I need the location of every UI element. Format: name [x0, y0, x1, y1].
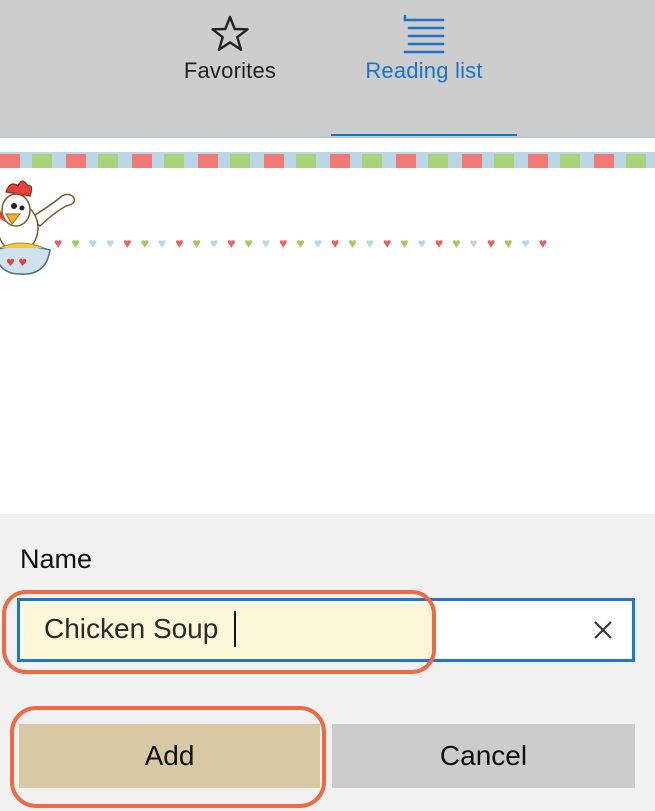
close-icon — [594, 621, 612, 639]
add-button[interactable]: Add — [19, 724, 320, 788]
hub-tab-bar: Favorites Reading list — [0, 0, 655, 138]
tab-favorites-label: Favorites — [183, 58, 277, 83]
hearts-decoration: ♥♥♥♥♥♥♥♥♥♥♥♥♥♥♥♥♥♥♥♥♥♥♥♥♥♥♥♥♥ — [54, 235, 557, 251]
cancel-button-label: Cancel — [439, 740, 528, 771]
chicken-chef-image: ♥ ♥ — [0, 180, 76, 275]
name-input[interactable] — [44, 613, 524, 645]
add-button-label: Add — [144, 740, 195, 771]
svg-text:♥ ♥: ♥ ♥ — [6, 258, 27, 269]
name-label: Name — [20, 544, 93, 574]
reading-list-icon — [401, 14, 447, 54]
decorative-stripe — [0, 152, 655, 168]
cancel-button[interactable]: Cancel — [332, 724, 635, 788]
tab-reading-list[interactable]: Reading list — [331, 0, 517, 138]
add-to-reading-list-dialog: Name Add Cancel — [0, 514, 655, 811]
tab-reading-list-label: Reading list — [365, 58, 483, 83]
name-field[interactable] — [17, 598, 635, 662]
star-outline-icon — [210, 14, 250, 54]
text-caret — [234, 611, 236, 647]
webpage-content: ♥ ♥ ♥♥♥♥♥♥♥♥♥♥♥♥♥♥♥♥♥♥♥♥♥♥♥♥♥♥♥♥♥ — [0, 138, 655, 514]
tab-favorites[interactable]: Favorites — [150, 0, 310, 138]
clear-text-button[interactable] — [588, 615, 618, 645]
